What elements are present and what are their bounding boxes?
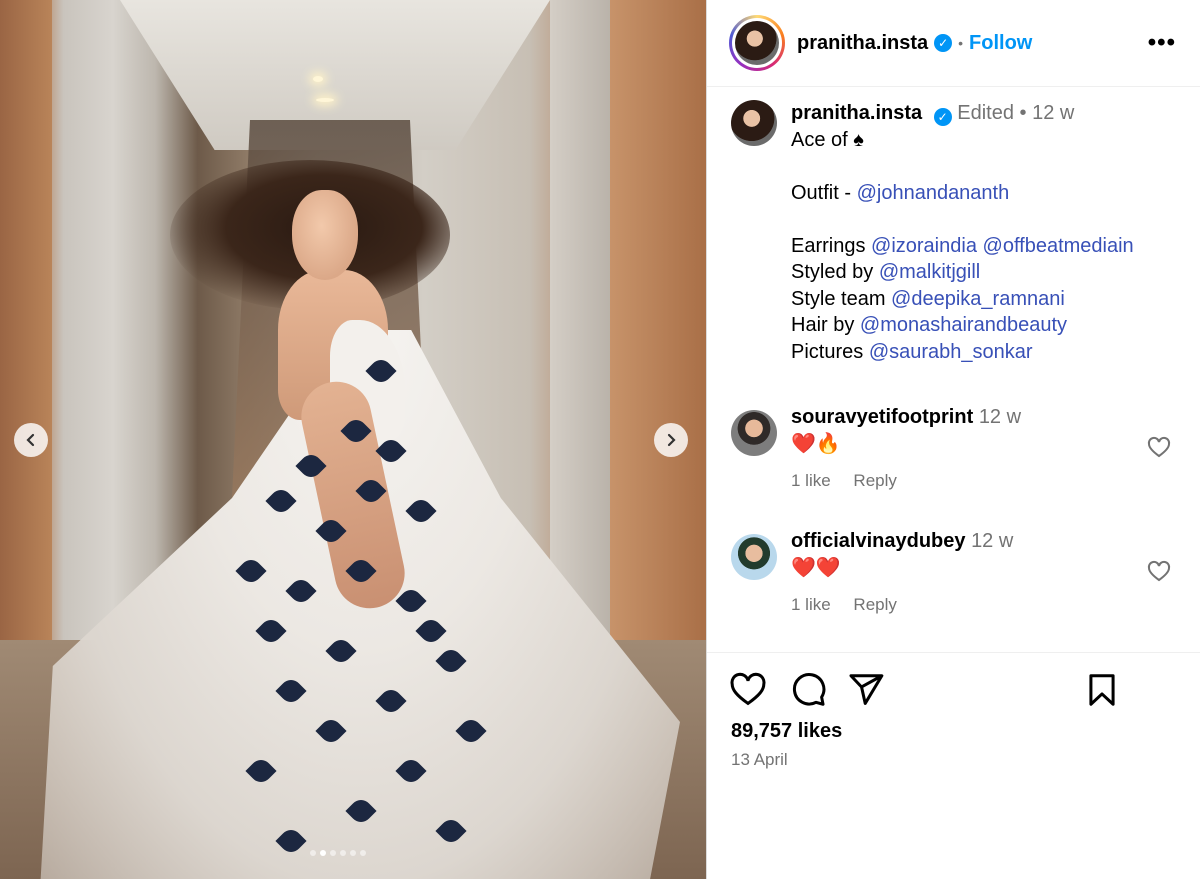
avatar [735,21,779,65]
time-ago: 12 w [1032,102,1075,124]
avatar[interactable] [731,410,777,456]
caption-username[interactable]: pranitha.insta [791,102,922,124]
post-header: pranitha.insta ✓ • Follow ••• [707,0,1200,87]
ceiling-light [316,98,334,102]
chevron-left-icon[interactable] [14,423,48,457]
like-count[interactable]: 89,757 likes [731,720,842,743]
separator-dot: • [958,35,964,51]
caption-line: Outfit - @johnandananth [791,180,1181,207]
caption-line-text: Pictures [791,340,869,363]
carousel-dot[interactable] [340,850,346,856]
more-options-icon[interactable]: ••• [1148,29,1176,57]
reply-button[interactable]: Reply [853,471,896,490]
comment-text: ❤️🔥 [791,432,841,455]
comment-time: 12 w [971,530,1014,552]
caption-line-text: Outfit - [791,181,857,204]
caption: pranitha.insta ✓ Edited • 12 w Ace of ♠ O… [731,100,1181,365]
mention-link[interactable]: @saurabh_sonkar [869,341,1033,363]
mention-link[interactable]: @monashairandbeauty [860,314,1067,336]
heart-icon[interactable] [1147,560,1171,584]
caption-line-text: Style team [791,287,892,310]
post-media[interactable] [0,0,706,879]
reply-button[interactable]: Reply [853,595,896,614]
comment-likes[interactable]: 1 like [791,471,831,490]
bookmark-icon[interactable] [1083,671,1121,709]
caption-line: Earrings @izoraindia @offbeatmediain [791,233,1181,260]
verified-badge-icon: ✓ [934,34,953,52]
caption-text: Ace of ♠ Outfit - @johnandananth Earrings … [791,127,1181,366]
comment-icon[interactable] [789,671,827,709]
follow-button[interactable]: Follow [969,32,1032,55]
ceiling-light [313,76,323,82]
heart-icon[interactable] [1147,436,1171,460]
comment-text: ❤️❤️ [791,556,841,579]
separator-dot: • [1019,102,1027,124]
carousel-dot[interactable] [320,850,326,856]
heart-icon[interactable] [729,671,767,709]
caption-line-text: Ace of ♠ [791,128,864,151]
caption-line-text: Hair by [791,314,860,336]
comment: officialvinaydubey 12 w ❤️❤️ 1 like Repl… [731,528,1181,615]
action-bar [707,652,1200,706]
comment: souravyetifootprint 12 w ❤️🔥 1 like Repl… [731,404,1181,491]
mention-link[interactable]: @izoraindia [871,235,977,257]
carousel-dot[interactable] [310,850,316,856]
caption-line: Hair by @monashairandbeauty [791,312,1181,339]
avatar[interactable] [731,534,777,580]
caption-line-text: Styled by [791,261,879,283]
comment-username[interactable]: officialvinaydubey [791,530,966,552]
mention-link[interactable]: @johnandananth [857,182,1010,204]
caption-line-text: Earrings [791,234,872,257]
caption-line: Style team @deepika_ramnani [791,286,1181,313]
chevron-right-icon[interactable] [654,423,688,457]
mention-link[interactable]: @deepika_ramnani [891,288,1065,310]
face [292,190,358,280]
carousel-dot[interactable] [330,850,336,856]
caption-line: Styled by @malkitjgill [791,259,1181,286]
carousel-dots [310,850,366,856]
mention-link[interactable]: @offbeatmediain [983,235,1134,257]
paper-plane-icon[interactable] [847,671,885,709]
story-ring[interactable] [729,15,785,71]
caption-line: Pictures @saurabh_sonkar [791,339,1181,366]
carousel-dot[interactable] [350,850,356,856]
caption-line [791,153,1181,180]
carousel-dot[interactable] [360,850,366,856]
mention-link[interactable]: @malkitjgill [879,261,980,283]
verified-badge-icon: ✓ [933,108,952,127]
comment-likes[interactable]: 1 like [791,595,831,614]
avatar[interactable] [731,100,777,146]
edited-label: Edited [957,102,1014,124]
caption-line [791,206,1181,233]
caption-line: Ace of ♠ [791,127,1181,154]
author-username[interactable]: pranitha.insta [797,32,928,55]
comment-username[interactable]: souravyetifootprint [791,406,973,428]
comment-time: 12 w [978,406,1022,428]
post-panel: pranitha.insta ✓ • Follow ••• pranitha.i… [706,0,1200,879]
post-date: 13 April [731,750,788,769]
